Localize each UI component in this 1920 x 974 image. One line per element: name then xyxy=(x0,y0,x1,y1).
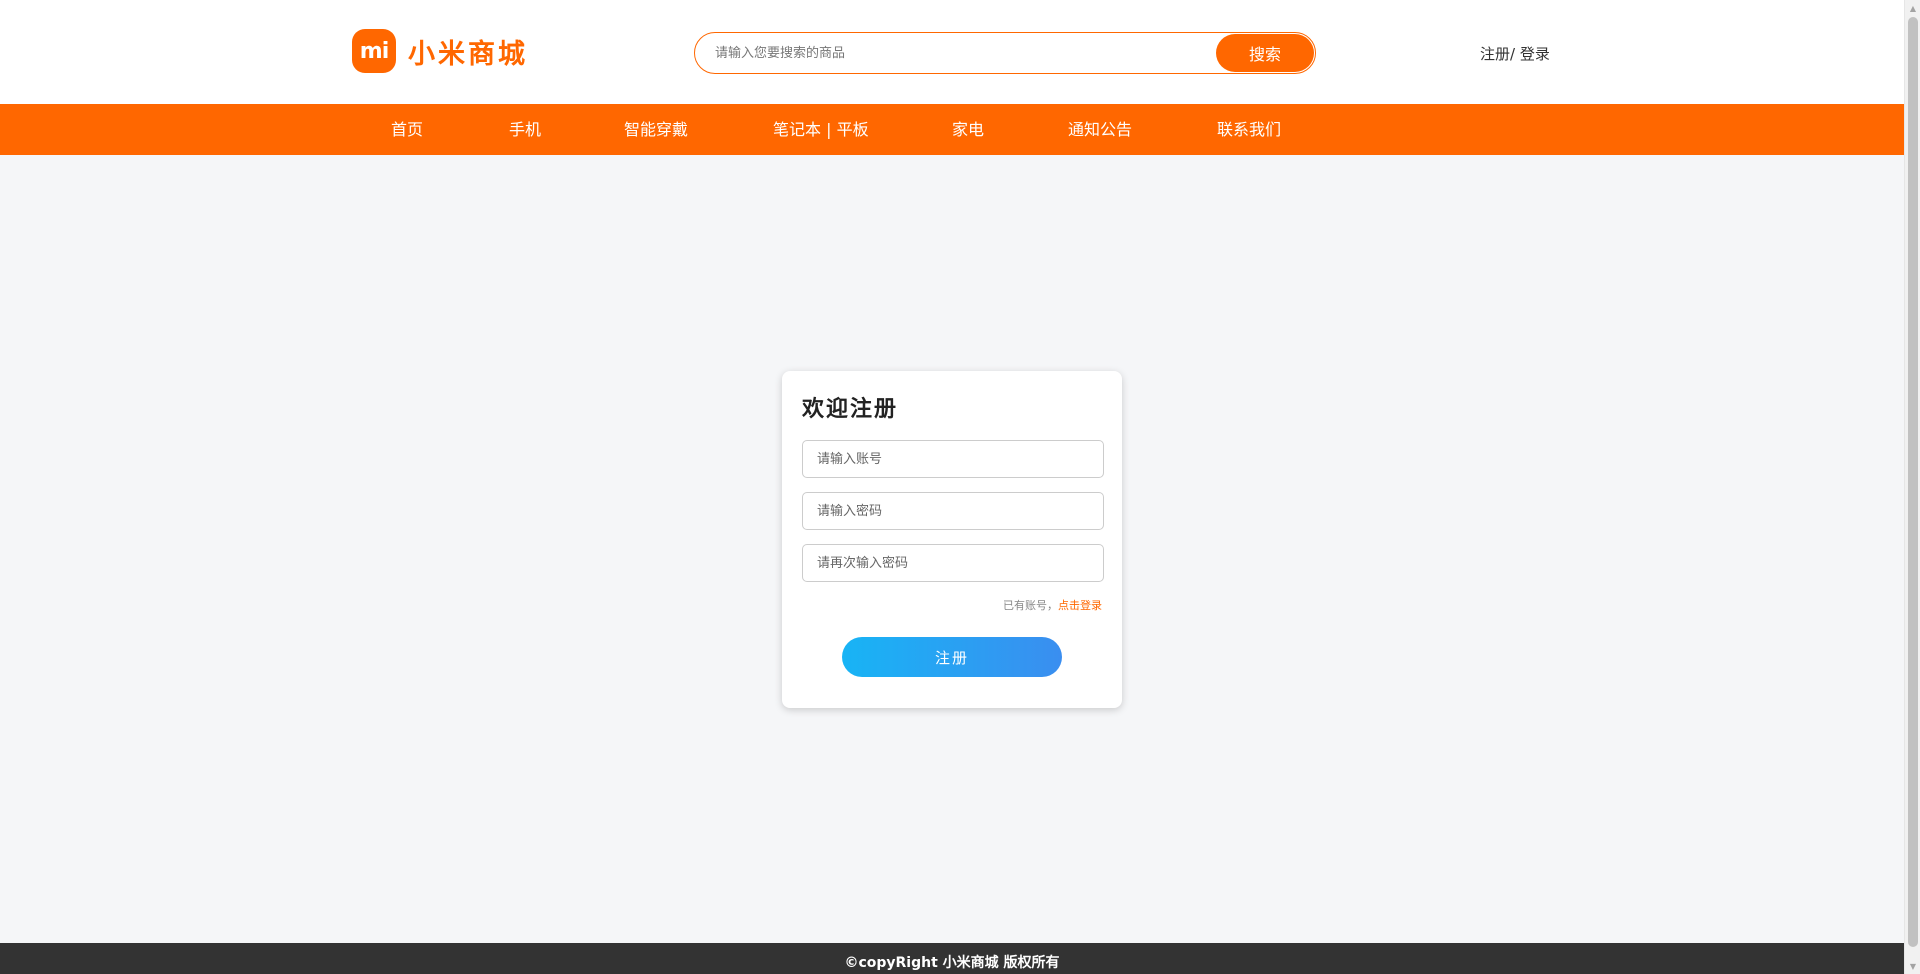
mi-logo-icon: mi xyxy=(352,29,396,73)
account-field[interactable] xyxy=(802,440,1104,478)
scrollbar-thumb[interactable] xyxy=(1908,17,1918,947)
nav-item-laptops-tablets[interactable]: 笔记本 | 平板 xyxy=(773,104,869,155)
logo[interactable]: mi 小米商城 xyxy=(352,29,528,73)
click-login-link[interactable]: 点击登录 xyxy=(1058,599,1102,612)
register-card: 欢迎注册 已有账号，点击登录 注册 xyxy=(782,371,1122,708)
vertical-scrollbar[interactable]: ▲ ▼ xyxy=(1904,0,1920,974)
form-title: 欢迎注册 xyxy=(802,397,899,422)
logo-text: 小米商城 xyxy=(408,38,528,70)
auth-links: 注册/ 登录 xyxy=(1480,43,1550,64)
search-button[interactable]: 搜索 xyxy=(1216,34,1314,72)
search-input[interactable] xyxy=(715,33,1185,73)
main-nav: 首页 手机 智能穿戴 笔记本 | 平板 家电 通知公告 联系我们 xyxy=(0,104,1904,155)
nav-item-appliances[interactable]: 家电 xyxy=(952,104,984,155)
nav-item-phones[interactable]: 手机 xyxy=(509,104,541,155)
nav-item-wearables[interactable]: 智能穿戴 xyxy=(624,104,688,155)
login-link[interactable]: 登录 xyxy=(1515,45,1550,63)
page: mi 小米商城 搜索 注册/ 登录 首页 手机 智能穿戴 笔记本 | 平板 家电… xyxy=(0,0,1920,974)
login-hint: 已有账号，点击登录 xyxy=(1003,597,1102,613)
login-hint-text: 已有账号， xyxy=(1003,599,1058,612)
search-box: 搜索 xyxy=(694,32,1316,74)
register-button[interactable]: 注册 xyxy=(842,637,1062,677)
copyright-text: ©copyRight 小米商城 版权所有 xyxy=(844,955,1060,971)
nav-item-contact[interactable]: 联系我们 xyxy=(1217,104,1281,155)
password-field[interactable] xyxy=(802,492,1104,530)
scroll-up-icon[interactable]: ▲ xyxy=(1905,0,1920,16)
footer: ©copyRight 小米商城 版权所有 xyxy=(0,943,1904,974)
confirm-password-field[interactable] xyxy=(802,544,1104,582)
scroll-down-icon[interactable]: ▼ xyxy=(1905,958,1920,974)
content-area: mi 小米商城 搜索 注册/ 登录 首页 手机 智能穿戴 笔记本 | 平板 家电… xyxy=(0,0,1904,974)
header: mi 小米商城 搜索 注册/ 登录 xyxy=(0,0,1904,104)
nav-item-notices[interactable]: 通知公告 xyxy=(1068,104,1132,155)
register-link[interactable]: 注册 xyxy=(1480,45,1510,63)
nav-item-home[interactable]: 首页 xyxy=(391,104,423,155)
